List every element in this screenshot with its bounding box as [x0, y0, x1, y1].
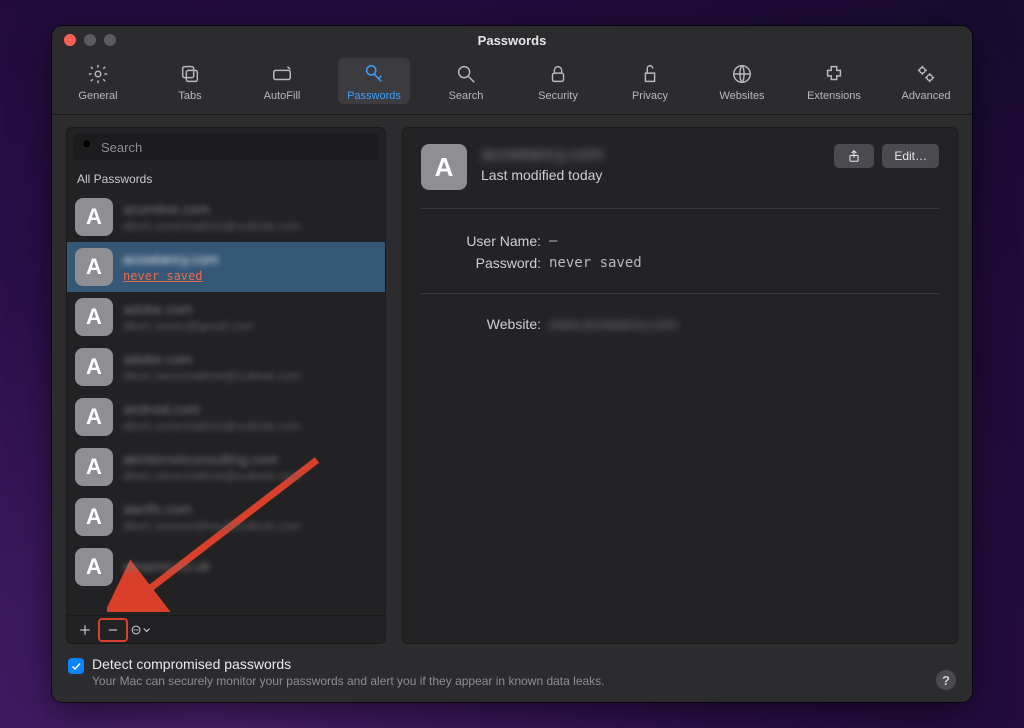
window-footer: Detect compromised passwords Your Mac ca…: [52, 650, 972, 702]
website-label: Website:: [421, 316, 541, 332]
toolbar-tab-label: Tabs: [178, 90, 201, 102]
site-avatar: A: [421, 144, 467, 190]
website-value[interactable]: www.acowtancy.com: [549, 316, 678, 332]
password-row[interactable]: Aakinternetconsulting.com dilum.senevirat…: [67, 442, 385, 492]
toolbar-tab-label: Websites: [719, 90, 764, 102]
password-list[interactable]: Aacornlive.com dilum.senevirathne@outlook…: [67, 192, 385, 615]
site-name: adobe.com: [123, 351, 301, 367]
share-button[interactable]: [834, 144, 874, 168]
toolbar-tab-label: Privacy: [632, 90, 668, 102]
close-window-button[interactable]: [64, 34, 76, 46]
site-initial-avatar: A: [75, 398, 113, 436]
site-name: acowtancy.com: [123, 251, 218, 267]
toolbar-tab-label: Advanced: [902, 90, 951, 102]
password-detail-panel: A acowtancy.com Last modified today Edit…: [402, 127, 958, 644]
username-value[interactable]: —: [549, 233, 557, 249]
account-name: dilum.senevirathne@outlook.com: [123, 519, 301, 533]
preferences-window: Passwords General Tabs AutoFill Passwords Se…: [52, 26, 972, 702]
site-name: airdroid.com: [123, 401, 301, 417]
password-row[interactable]: Aadobe.com dilum.senev@gmail.com: [67, 292, 385, 342]
search-input[interactable]: [101, 140, 371, 155]
toolbar-tab-privacy[interactable]: Privacy: [614, 58, 686, 104]
titlebar: Passwords: [52, 26, 972, 54]
password-row[interactable]: Aadobe.com dilum.senevirathne@outlook.com: [67, 342, 385, 392]
extensions-icon: [822, 62, 846, 86]
site-initial-avatar: A: [75, 198, 113, 236]
minimize-window-button[interactable]: [84, 34, 96, 46]
toolbar-tab-security[interactable]: Security: [522, 58, 594, 104]
window-controls: [64, 34, 116, 46]
passwords-icon: [362, 62, 386, 86]
site-name: amazon.co.uk: [123, 558, 210, 574]
site-initial-avatar: A: [75, 448, 113, 486]
site-initial-avatar: A: [75, 498, 113, 536]
toolbar-tab-advanced[interactable]: Advanced: [890, 58, 962, 104]
privacy-icon: [638, 62, 662, 86]
security-icon: [546, 62, 570, 86]
toolbar-tab-tabs[interactable]: Tabs: [154, 58, 226, 104]
toolbar-tab-search[interactable]: Search: [430, 58, 502, 104]
site-name: alertfx.com: [123, 501, 301, 517]
site-title: acowtancy.com: [481, 144, 604, 165]
site-initial-avatar: A: [75, 248, 113, 286]
account-name: dilum.senevirathne@outlook.com: [123, 219, 301, 233]
help-button[interactable]: ?: [936, 670, 956, 690]
tabs-icon: [178, 62, 202, 86]
account-name: dilum.senevirathne@outlook.com: [123, 419, 301, 433]
toolbar-tab-websites[interactable]: Websites: [706, 58, 778, 104]
toolbar-tab-label: AutoFill: [264, 90, 301, 102]
websites-icon: [730, 62, 754, 86]
detect-compromised-description: Your Mac can securely monitor your passw…: [92, 674, 605, 688]
account-name: dilum.senevirathne@outlook.com: [123, 469, 301, 483]
list-section-label: All Passwords: [67, 164, 385, 192]
toolbar-tab-label: Search: [449, 90, 484, 102]
advanced-icon: [914, 62, 938, 86]
more-actions-button[interactable]: [127, 619, 155, 641]
account-name: dilum.senevirathne@outlook.com: [123, 369, 301, 383]
last-modified-label: Last modified today: [481, 167, 604, 183]
password-row[interactable]: Aamazon.co.uk: [67, 542, 385, 592]
remove-password-button[interactable]: [99, 619, 127, 641]
account-name: dilum.senev@gmail.com: [123, 319, 254, 333]
search-icon: [81, 138, 95, 157]
autofill-icon: [270, 62, 294, 86]
site-name: akinternetconsulting.com: [123, 451, 301, 467]
zoom-window-button[interactable]: [104, 34, 116, 46]
password-row[interactable]: Aacornlive.com dilum.senevirathne@outlook…: [67, 192, 385, 242]
detect-compromised-label: Detect compromised passwords: [92, 656, 605, 672]
toolbar-tab-autofill[interactable]: AutoFill: [246, 58, 318, 104]
never-saved-label[interactable]: never saved: [123, 269, 218, 283]
preferences-toolbar: General Tabs AutoFill Passwords Search Securi…: [52, 54, 972, 115]
password-row[interactable]: Aalertfx.com dilum.senevirathne@outlook.c…: [67, 492, 385, 542]
site-name: adobe.com: [123, 301, 254, 317]
site-initial-avatar: A: [75, 348, 113, 386]
password-value[interactable]: never saved: [549, 255, 642, 271]
toolbar-tab-label: Extensions: [807, 90, 861, 102]
password-row[interactable]: Aacowtancy.com never saved: [67, 242, 385, 292]
window-title: Passwords: [478, 33, 547, 48]
toolbar-tab-label: Security: [538, 90, 578, 102]
list-action-bar: [67, 615, 385, 643]
search-field[interactable]: [73, 134, 379, 160]
site-initial-avatar: A: [75, 548, 113, 586]
site-initial-avatar: A: [75, 298, 113, 336]
site-name: acornlive.com: [123, 201, 301, 217]
search-icon: [454, 62, 478, 86]
add-password-button[interactable]: [71, 619, 99, 641]
edit-button[interactable]: Edit…: [882, 144, 939, 168]
general-icon: [86, 62, 110, 86]
detect-compromised-checkbox[interactable]: [68, 658, 84, 674]
toolbar-tab-extensions[interactable]: Extensions: [798, 58, 870, 104]
password-row[interactable]: Aairdroid.com dilum.senevirathne@outlook.…: [67, 392, 385, 442]
toolbar-tab-passwords[interactable]: Passwords: [338, 58, 410, 104]
username-label: User Name:: [421, 233, 541, 249]
password-list-panel: All Passwords Aacornlive.com dilum.senevi…: [66, 127, 386, 644]
toolbar-tab-label: Passwords: [347, 90, 401, 102]
toolbar-tab-label: General: [78, 90, 117, 102]
toolbar-tab-general[interactable]: General: [62, 58, 134, 104]
password-label: Password:: [421, 255, 541, 271]
